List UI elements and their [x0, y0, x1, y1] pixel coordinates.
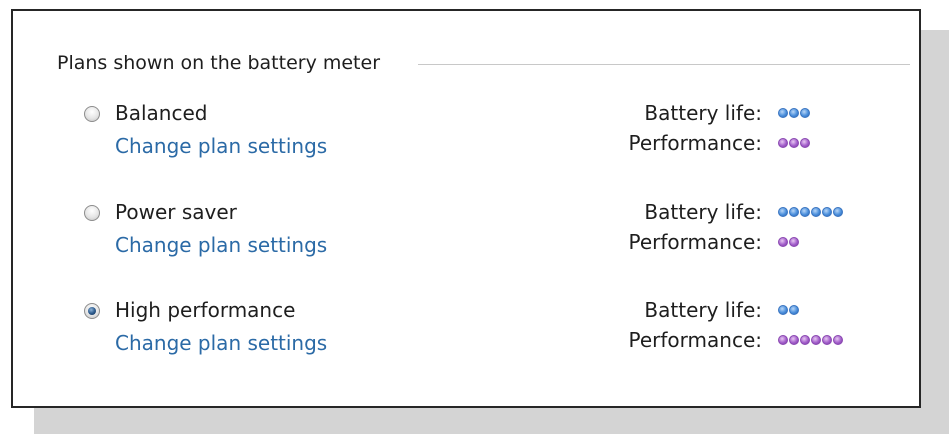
- battery-life-label: Battery life:: [644, 101, 762, 125]
- battery-pip: [778, 108, 788, 118]
- battery-pip: [778, 207, 788, 217]
- battery-pip: [800, 207, 810, 217]
- performance-pip: [778, 237, 788, 247]
- performance-pip: [778, 138, 788, 148]
- battery-pip: [833, 207, 843, 217]
- radio-power-saver[interactable]: [84, 205, 100, 221]
- performance-pip: [789, 138, 799, 148]
- performance-pip: [822, 335, 832, 345]
- plan-name[interactable]: High performance: [115, 298, 295, 322]
- performance-rating: [778, 138, 810, 150]
- performance-pip: [811, 335, 821, 345]
- plan-balanced: Balanced Change plan settings Battery li…: [13, 101, 919, 171]
- performance-rating: [778, 335, 843, 347]
- performance-pip: [800, 335, 810, 345]
- battery-pip: [800, 108, 810, 118]
- performance-pip: [789, 335, 799, 345]
- group-title: Plans shown on the battery meter: [57, 52, 381, 74]
- performance-pip: [800, 138, 810, 148]
- performance-pip: [833, 335, 843, 345]
- battery-pip: [778, 305, 788, 315]
- performance-label: Performance:: [628, 328, 762, 352]
- plan-name[interactable]: Balanced: [115, 101, 207, 125]
- battery-pip: [789, 207, 799, 217]
- change-plan-settings-link[interactable]: Change plan settings: [115, 134, 327, 158]
- performance-label: Performance:: [628, 230, 762, 254]
- battery-life-label: Battery life:: [644, 298, 762, 322]
- battery-pip: [811, 207, 821, 217]
- radio-high-performance[interactable]: [84, 303, 100, 319]
- battery-pip: [789, 305, 799, 315]
- radio-balanced[interactable]: [84, 106, 100, 122]
- plan-power-saver: Power saver Change plan settings Battery…: [13, 200, 919, 270]
- battery-life-rating: [778, 108, 810, 120]
- battery-life-label: Battery life:: [644, 200, 762, 224]
- performance-label: Performance:: [628, 131, 762, 155]
- group-divider: [418, 64, 910, 65]
- battery-pip: [822, 207, 832, 217]
- performance-rating: [778, 237, 799, 249]
- battery-life-rating: [778, 305, 799, 317]
- performance-pip: [778, 335, 788, 345]
- battery-pip: [789, 108, 799, 118]
- battery-life-rating: [778, 207, 843, 219]
- plan-high-performance: High performance Change plan settings Ba…: [13, 298, 919, 368]
- power-plans-panel: Plans shown on the battery meter Balance…: [11, 9, 921, 408]
- plan-name[interactable]: Power saver: [115, 200, 237, 224]
- change-plan-settings-link[interactable]: Change plan settings: [115, 331, 327, 355]
- radio-dot: [88, 307, 96, 315]
- performance-pip: [789, 237, 799, 247]
- change-plan-settings-link[interactable]: Change plan settings: [115, 233, 327, 257]
